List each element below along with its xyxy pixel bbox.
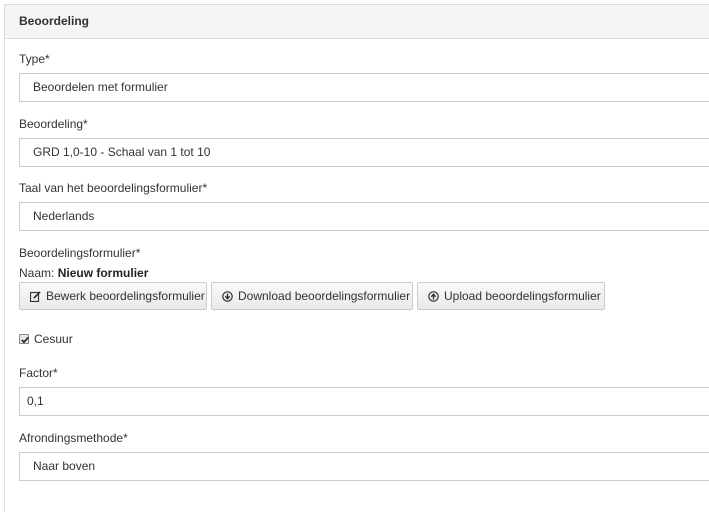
- formulier-name: Naam: Nieuw formulier: [19, 266, 148, 280]
- beoordeling-select[interactable]: GRD 1,0-10 - Schaal van 1 tot 10: [19, 138, 709, 167]
- taal-select[interactable]: Nederlands: [19, 202, 709, 231]
- formulier-name-prefix: Naam:: [19, 266, 55, 280]
- edit-form-button[interactable]: Bewerk beoordelingsformulier: [19, 282, 207, 310]
- afronding-select[interactable]: Naar boven: [19, 452, 709, 481]
- upload-form-button-label: Upload beoordelingsformulier: [444, 289, 601, 303]
- download-form-button[interactable]: Download beoordelingsformulier: [211, 282, 413, 310]
- upload-form-button[interactable]: Upload beoordelingsformulier: [417, 282, 605, 310]
- cesuur-label: Cesuur: [34, 332, 73, 346]
- afronding-label: Afrondingsmethode*: [19, 431, 128, 445]
- panel-title: Beoordeling: [5, 5, 709, 39]
- formulier-label: Beoordelingsformulier*: [19, 246, 141, 260]
- formulier-button-row: Bewerk beoordelingsformulier Download be…: [19, 282, 619, 310]
- taal-label: Taal van het beoordelingsformulier*: [19, 181, 208, 195]
- edit-form-button-label: Bewerk beoordelingsformulier: [46, 289, 205, 303]
- formulier-name-value: Nieuw formulier: [57, 266, 149, 280]
- edit-icon: [30, 290, 41, 302]
- type-label: Type*: [19, 52, 50, 66]
- type-select[interactable]: Beoordelen met formulier: [19, 73, 709, 102]
- upload-circle-icon: [428, 290, 439, 302]
- download-form-button-label: Download beoordelingsformulier: [238, 289, 411, 303]
- factor-label: Factor*: [19, 366, 58, 380]
- download-circle-icon: [222, 290, 233, 302]
- beoordeling-label: Beoordeling*: [19, 117, 88, 131]
- cesuur-checkbox[interactable]: [19, 334, 29, 344]
- factor-input[interactable]: 0,1: [19, 387, 709, 416]
- cesuur-row: Cesuur: [19, 332, 73, 346]
